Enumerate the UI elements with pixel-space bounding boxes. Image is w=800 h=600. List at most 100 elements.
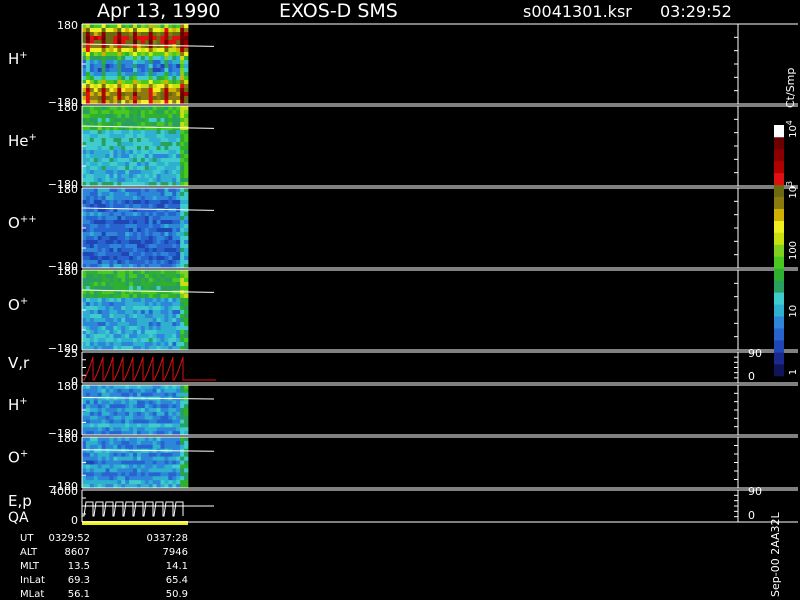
heatmap-cell xyxy=(121,56,126,61)
heatmap-cell xyxy=(117,404,122,409)
plot-date: Apr 13, 1990 xyxy=(97,0,221,22)
heatmap-cell xyxy=(113,162,118,167)
heatmap-cell xyxy=(105,114,110,119)
heatmap-cell xyxy=(105,326,110,331)
heatmap-cell xyxy=(136,294,142,299)
heatmap-cell xyxy=(93,464,99,469)
heatmap-cell xyxy=(125,306,130,311)
heatmap-cell xyxy=(121,48,126,53)
heatmap-cell xyxy=(164,452,169,458)
heatmap-cell xyxy=(97,326,103,331)
heatmap-cell xyxy=(121,134,126,139)
heatmap-cell xyxy=(140,158,146,163)
heatmap-cell xyxy=(172,437,177,442)
heatmap-cell xyxy=(101,302,106,307)
heatmap-cell xyxy=(133,385,138,390)
heatmap-cell xyxy=(89,476,95,481)
heatmap-cell xyxy=(144,60,150,65)
heatmap-cell xyxy=(109,310,114,315)
heatmap-cell xyxy=(172,52,177,57)
heatmap-cell xyxy=(113,318,118,323)
heatmap-cell xyxy=(180,322,185,327)
heatmap-cell xyxy=(82,411,87,417)
heatmap-cell xyxy=(152,318,157,323)
heatmap-cell xyxy=(121,408,126,413)
heatmap-cell xyxy=(176,170,181,175)
heatmap-cell xyxy=(148,166,154,171)
heatmap-cell xyxy=(160,174,165,179)
heatmap-cell xyxy=(133,224,138,229)
heatmap-cell xyxy=(85,76,91,81)
heatmap-cell xyxy=(172,154,177,159)
heatmap-cell xyxy=(105,28,110,33)
heatmap-cell xyxy=(140,342,146,347)
heatmap-cell xyxy=(176,452,181,458)
heatmap-cell xyxy=(101,456,106,461)
heatmap-cell xyxy=(105,158,110,163)
heatmap-cell xyxy=(125,106,130,111)
heatmap-cell xyxy=(160,92,165,97)
heatmap-cell xyxy=(168,52,173,57)
heatmap-cell xyxy=(140,306,146,311)
heatmap-cell xyxy=(176,302,181,307)
heatmap-cell xyxy=(184,80,189,85)
heatmap-cell xyxy=(105,440,110,446)
footer-label: UT xyxy=(20,533,34,544)
heatmap-cell xyxy=(144,408,150,413)
heatmap-cell xyxy=(129,444,134,450)
heatmap-cell xyxy=(93,460,99,465)
heatmap-cell xyxy=(172,440,177,446)
heatmap-cell xyxy=(85,192,91,197)
heatmap-cell xyxy=(172,236,177,241)
heatmap-cell xyxy=(85,274,91,279)
heatmap-cell xyxy=(144,142,150,147)
heatmap-cell xyxy=(82,174,87,179)
heatmap-cell xyxy=(136,28,142,33)
heatmap-cell xyxy=(144,146,150,151)
heatmap-cell xyxy=(160,60,165,65)
heatmap-cell xyxy=(125,228,130,233)
heatmap-cell xyxy=(160,411,165,417)
heatmap-cell xyxy=(176,419,181,424)
heatmap-cell xyxy=(156,244,161,249)
heatmap-cell xyxy=(148,392,154,397)
heatmap-cell xyxy=(152,232,157,237)
heatmap-cell xyxy=(168,142,173,147)
heatmap-cell xyxy=(140,178,146,183)
heatmap-cell xyxy=(176,334,181,339)
heatmap-cell xyxy=(113,236,118,241)
heatmap-cell xyxy=(136,88,142,93)
heatmap-cell xyxy=(180,286,185,291)
heatmap-cell xyxy=(89,114,95,119)
heatmap-cell xyxy=(125,118,130,123)
heatmap-cell xyxy=(164,196,169,201)
heatmap-cell xyxy=(97,385,103,390)
heatmap-cell xyxy=(160,150,165,155)
heatmap-cell xyxy=(164,440,169,446)
heatmap-cell xyxy=(160,408,165,413)
heatmap-cell xyxy=(156,192,161,197)
heatmap-cell xyxy=(180,158,185,163)
heatmap-cell xyxy=(105,302,110,307)
heatmap-cell xyxy=(105,244,110,249)
heatmap-cell xyxy=(152,256,157,261)
heatmap-cell xyxy=(160,162,165,167)
heatmap-cell xyxy=(113,166,118,171)
heatmap-cell xyxy=(93,92,99,97)
heatmap-cell xyxy=(125,256,130,261)
heatmap-cell xyxy=(140,411,146,417)
heatmap-cell xyxy=(140,338,146,343)
heatmap-cell xyxy=(176,122,181,127)
heatmap-cell xyxy=(113,220,118,225)
heatmap-cell xyxy=(180,252,185,257)
heatmap-cell xyxy=(109,192,114,197)
heatmap-cell xyxy=(168,306,173,311)
heatmap-cell xyxy=(156,326,161,331)
heatmap-cell xyxy=(148,28,154,33)
heatmap-cell xyxy=(85,385,91,390)
heatmap-cell xyxy=(164,60,169,65)
heatmap-cell xyxy=(164,84,169,89)
heatmap-cell xyxy=(89,330,95,335)
heatmap-cell xyxy=(82,170,87,175)
heatmap-cell xyxy=(121,452,126,458)
